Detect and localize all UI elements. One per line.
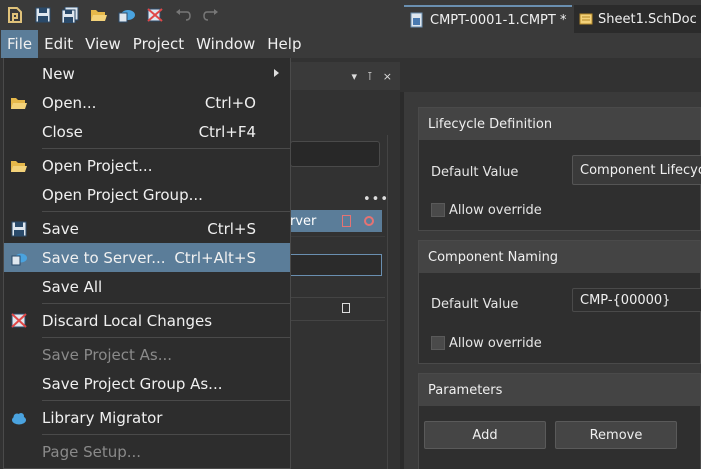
lifecycle-section: Lifecycle Definition Default Value Compo…: [418, 107, 701, 231]
document-icon: [342, 303, 350, 313]
menu-item-close[interactable]: Close Ctrl+F4: [4, 117, 290, 146]
menu-item-save-project-group-as[interactable]: Save Project Group As...: [4, 369, 290, 398]
component-file-icon: [410, 12, 423, 28]
panel-pin-icon[interactable]: ⊺: [367, 70, 373, 83]
document-tabs: [400, 58, 701, 92]
open-project-icon: [11, 161, 27, 172]
menu-separator: [42, 148, 290, 149]
document-modified-icon: [342, 215, 351, 227]
parameters-section-title: Parameters: [419, 374, 700, 406]
menu-window[interactable]: Window: [190, 30, 261, 58]
menu-item-open-project-label: Open Project...: [42, 156, 153, 175]
naming-default-label: Default Value: [431, 297, 519, 312]
menu-item-save[interactable]: Save Ctrl+S: [4, 214, 290, 243]
menu-item-save-shortcut: Ctrl+S: [207, 219, 256, 238]
schematic-file-icon: [579, 13, 593, 25]
menu-separator: [42, 337, 290, 338]
redo-icon[interactable]: [200, 4, 222, 26]
app-logo-icon: [4, 4, 26, 26]
menu-item-open-project[interactable]: Open Project...: [4, 151, 290, 180]
cloud-icon: [12, 413, 26, 425]
menu-item-open-project-group[interactable]: Open Project Group...: [4, 180, 290, 209]
menu-item-library-migrator[interactable]: Library Migrator: [4, 403, 290, 432]
divider: [290, 297, 385, 298]
menu-item-save-project-as[interactable]: Save Project As...: [4, 340, 290, 369]
file-menu-dropdown: New Open... Ctrl+O Close Ctrl+F4 Open Pr…: [3, 58, 291, 469]
naming-section: Component Naming Default Value CMP-{0000…: [418, 240, 701, 364]
more-options-icon[interactable]: •••: [363, 192, 389, 207]
status-error-icon: [364, 216, 374, 226]
menu-item-new[interactable]: New: [4, 59, 290, 88]
parameters-section: Parameters Add Remove: [418, 373, 701, 469]
remove-parameter-button[interactable]: Remove: [555, 421, 677, 449]
menu-file[interactable]: File: [1, 30, 39, 58]
lifecycle-allow-override-label: Allow override: [449, 203, 542, 218]
save-to-server-icon[interactable]: [116, 4, 138, 26]
lifecycle-default-dropdown[interactable]: Component Lifecycle: [572, 155, 701, 185]
menu-edit[interactable]: Edit: [38, 30, 79, 58]
menu-item-page-setup-label: Page Setup...: [42, 442, 142, 461]
lifecycle-section-title: Lifecycle Definition: [419, 108, 700, 140]
save-icon[interactable]: [32, 4, 54, 26]
tab-cmpt-label: CMPT-0001-1.CMPT *: [430, 12, 567, 28]
naming-allow-override-label: Allow override: [449, 336, 542, 351]
lifecycle-default-label: Default Value: [431, 165, 519, 180]
menu-item-discard-local-changes[interactable]: Discard Local Changes: [4, 306, 290, 335]
panel-close-icon[interactable]: ×: [383, 70, 392, 83]
menu-item-save-project-as-label: Save Project As...: [42, 345, 173, 364]
menu-help[interactable]: Help: [261, 30, 307, 58]
undo-icon[interactable]: [172, 4, 194, 26]
tab-schdoc[interactable]: Sheet1.SchDoc: [574, 5, 701, 33]
menu-item-new-label: New: [42, 64, 75, 83]
naming-default-input[interactable]: CMP-{00000}: [572, 288, 701, 312]
discard-changes-icon[interactable]: [144, 4, 166, 26]
menubar: File Edit View Project Window Help: [0, 30, 701, 58]
naming-allow-override-checkbox[interactable]: [431, 336, 445, 350]
menu-separator: [42, 434, 290, 435]
selected-project-row[interactable]: rver: [290, 210, 382, 232]
add-parameter-button[interactable]: Add: [424, 421, 546, 449]
menu-separator: [42, 400, 290, 401]
project-item-input[interactable]: [290, 254, 382, 276]
naming-section-title: Component Naming: [419, 241, 700, 273]
menu-item-save-to-server-shortcut: Ctrl+Alt+S: [174, 248, 256, 267]
divider: [290, 320, 385, 321]
menu-separator: [42, 303, 290, 304]
menu-item-save-to-server[interactable]: Save to Server... Ctrl+Alt+S: [4, 243, 290, 272]
menu-item-save-all[interactable]: Save All: [4, 272, 290, 301]
menu-view[interactable]: View: [79, 30, 127, 58]
submenu-arrow-icon: [274, 69, 279, 77]
menu-separator: [42, 211, 290, 212]
menu-item-close-shortcut: Ctrl+F4: [198, 122, 256, 141]
menu-item-save-all-label: Save All: [42, 277, 103, 296]
menu-project[interactable]: Project: [127, 30, 190, 58]
divider: [290, 236, 385, 237]
menu-item-open-project-group-label: Open Project Group...: [42, 185, 203, 204]
menu-item-library-migrator-label: Library Migrator: [42, 408, 163, 427]
tab-schdoc-label: Sheet1.SchDoc: [598, 11, 697, 27]
open-folder-icon[interactable]: [88, 4, 110, 26]
discard-changes-icon: [11, 313, 27, 328]
tab-cmpt[interactable]: CMPT-0001-1.CMPT *: [404, 5, 572, 33]
menu-item-save-project-group-as-label: Save Project Group As...: [42, 374, 223, 393]
selected-project-label: rver: [290, 213, 317, 229]
menu-item-page-setup[interactable]: Page Setup...: [4, 437, 290, 466]
panel-dropdown-icon[interactable]: ▾: [352, 70, 358, 83]
projects-panel-header: ▾ ⊺ ×: [290, 62, 400, 90]
menu-item-open[interactable]: Open... Ctrl+O: [4, 88, 290, 117]
projects-search-input[interactable]: [290, 141, 380, 167]
lifecycle-allow-override-checkbox[interactable]: [431, 203, 445, 217]
projects-panel-frame: [290, 135, 388, 469]
menu-item-open-shortcut: Ctrl+O: [204, 93, 256, 112]
menu-item-discard-label: Discard Local Changes: [42, 311, 213, 330]
save-all-icon[interactable]: [60, 4, 82, 26]
